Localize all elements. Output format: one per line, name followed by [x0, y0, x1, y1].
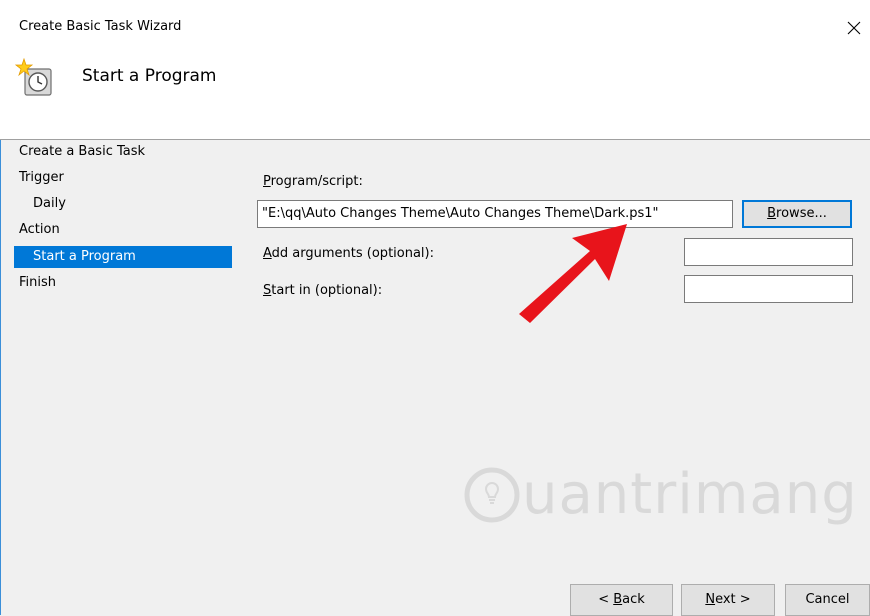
close-icon [847, 21, 861, 35]
program-script-label: Program/script: [263, 174, 363, 189]
next-button[interactable]: Next > [681, 584, 775, 616]
wizard-header: Start a Program [0, 52, 870, 140]
add-arguments-input[interactable] [684, 238, 853, 266]
page-title: Start a Program [82, 66, 217, 86]
title-bar: Create Basic Task Wizard [0, 0, 870, 52]
back-button[interactable]: < Back [570, 584, 673, 616]
nav-step-daily: Daily [33, 196, 66, 211]
quantrimang-watermark: uantrimang [462, 462, 858, 527]
nav-step-create-basic-task: Create a Basic Task [19, 144, 146, 159]
start-in-label: Start in (optional): [263, 283, 383, 298]
add-arguments-label: Add arguments (optional): [263, 246, 434, 261]
watermark-text: uantrimang [522, 462, 858, 527]
task-scheduler-clock-icon [15, 58, 52, 96]
nav-step-finish: Finish [19, 275, 57, 290]
window-title: Create Basic Task Wizard [19, 19, 182, 34]
cancel-button[interactable]: Cancel [785, 584, 870, 616]
nav-step-action: Action [19, 222, 60, 237]
close-button[interactable] [838, 12, 870, 44]
quantrimang-bulb-logo [464, 467, 520, 522]
nav-step-trigger: Trigger [19, 170, 64, 185]
nav-step-start-a-program: Start a Program [14, 246, 232, 268]
wizard-steps-nav: Create a Basic Task Trigger Daily Action… [0, 140, 240, 616]
program-script-input[interactable]: "E:\qq\Auto Changes Theme\Auto Changes T… [257, 200, 733, 228]
start-in-input[interactable] [684, 275, 853, 303]
browse-button[interactable]: Browse... [742, 200, 852, 228]
